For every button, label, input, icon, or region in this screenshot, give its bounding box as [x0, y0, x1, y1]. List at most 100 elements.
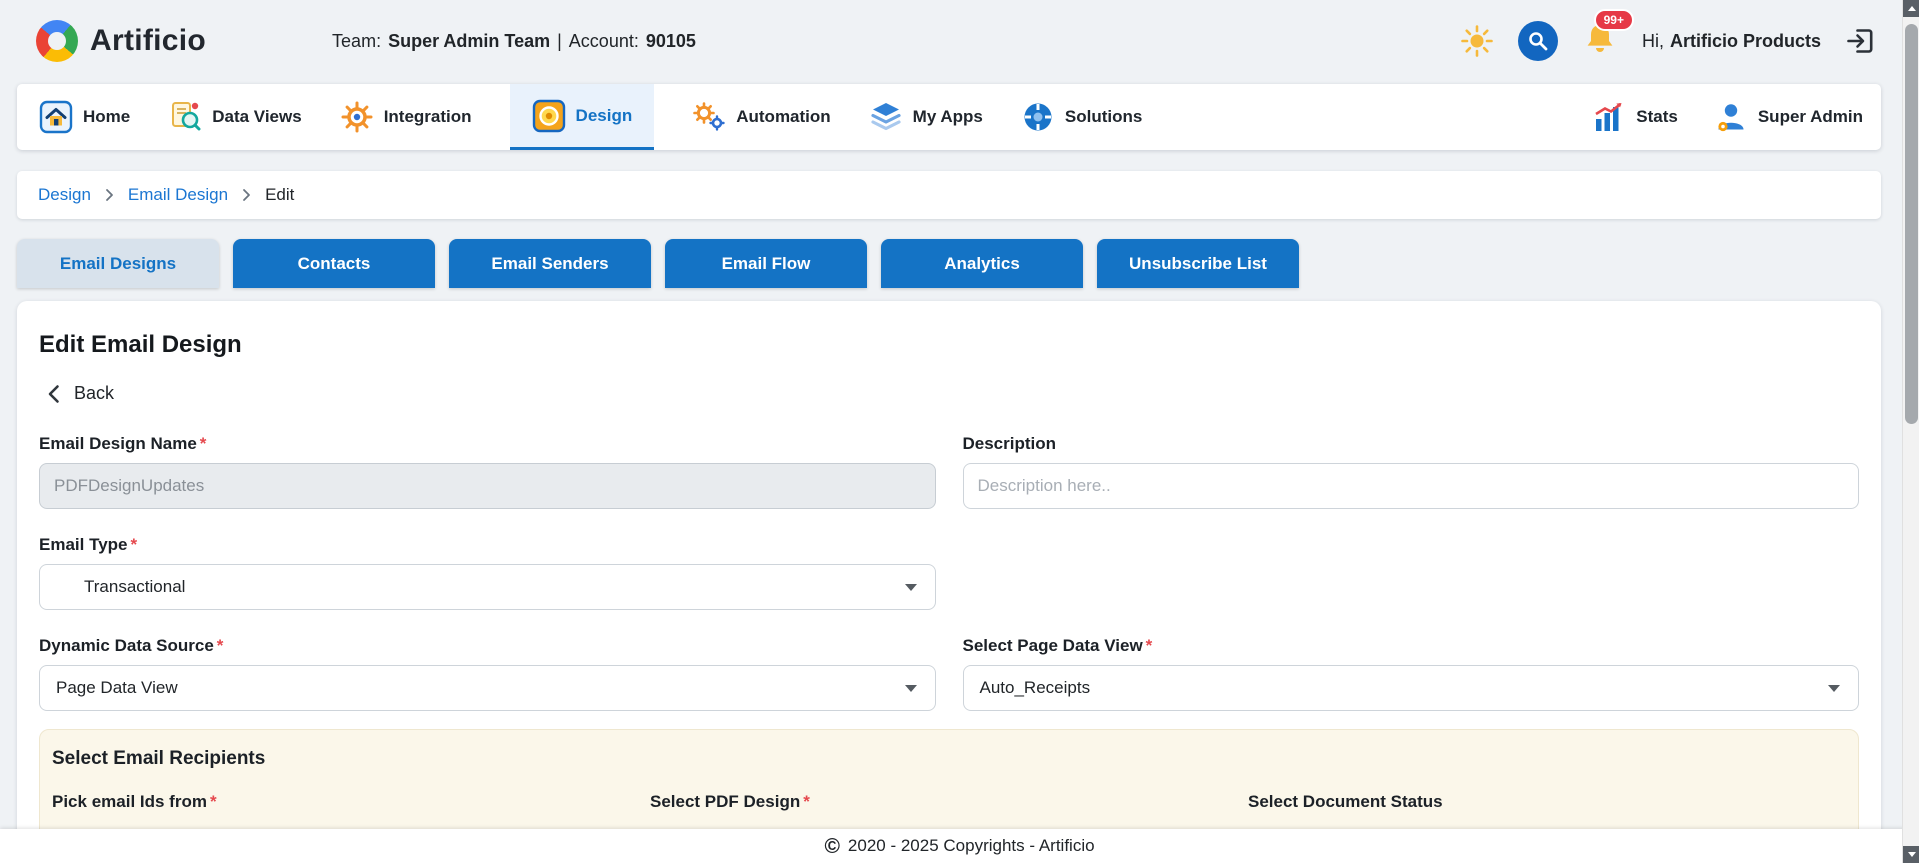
required-asterisk: *	[217, 636, 224, 655]
stats-icon	[1592, 100, 1626, 134]
scroll-down-arrow-icon	[1908, 852, 1916, 857]
integration-icon	[340, 100, 374, 134]
description-input[interactable]	[963, 463, 1860, 509]
description-field: Description	[963, 434, 1860, 509]
breadcrumb-email-design[interactable]: Email Design	[128, 185, 228, 205]
select-value: Transactional	[84, 577, 185, 597]
breadcrumb: Design Email Design Edit	[17, 171, 1881, 219]
nav-label: Integration	[384, 107, 472, 127]
label-text: Select Page Data View	[963, 636, 1143, 655]
back-button[interactable]: Back	[47, 383, 114, 404]
breadcrumb-edit: Edit	[265, 185, 294, 205]
search-button[interactable]	[1518, 21, 1558, 61]
account-label: Account:	[569, 31, 639, 52]
breadcrumb-design[interactable]: Design	[38, 185, 91, 205]
label-text: Email Type	[39, 535, 128, 554]
nav-right-group: Stats Super Admin	[1592, 84, 1863, 150]
dynamic-data-source-select[interactable]: Page Data View	[39, 665, 936, 711]
tab-unsubscribe-list[interactable]: Unsubscribe List	[1097, 239, 1299, 288]
recipients-section-title: Select Email Recipients	[52, 748, 1846, 770]
tab-email-designs[interactable]: Email Designs	[17, 239, 219, 288]
nav-label: My Apps	[913, 107, 983, 127]
label-text: Description	[963, 434, 1057, 453]
scrollbar-thumb[interactable]	[1905, 24, 1918, 424]
solutions-icon	[1021, 100, 1055, 134]
vertical-scrollbar[interactable]	[1902, 0, 1919, 863]
tab-contacts[interactable]: Contacts	[233, 239, 435, 288]
required-asterisk: *	[200, 434, 207, 453]
notifications-button[interactable]: 99+	[1582, 21, 1618, 62]
select-pdf-design-label: Select PDF Design*	[650, 792, 1248, 812]
copyright-text: 2020 - 2025 Copyrights - Artificio	[848, 836, 1095, 856]
nav-item-solutions[interactable]: Solutions	[1021, 84, 1142, 150]
nav-item-integration[interactable]: Integration	[340, 84, 472, 150]
copyright-icon: ©	[824, 836, 839, 857]
dropdown-arrow-icon	[1828, 685, 1840, 692]
main-nav: Home Data Views Integration	[17, 84, 1881, 150]
label-text: Pick email Ids from	[52, 792, 207, 811]
header-actions: 99+ Hi, Artificio Products	[1460, 21, 1875, 62]
divider: |	[557, 31, 562, 52]
nav-item-automation[interactable]: Automation	[692, 84, 830, 150]
tab-email-senders[interactable]: Email Senders	[449, 239, 651, 288]
nav-item-stats[interactable]: Stats	[1592, 84, 1678, 150]
select-page-data-view-field: Select Page Data View* Auto_Receipts	[963, 636, 1860, 711]
footer: © 2020 - 2025 Copyrights - Artificio	[0, 829, 1919, 863]
theme-sun-icon	[1460, 24, 1494, 58]
greeting-name: Artificio Products	[1670, 31, 1821, 52]
nav-label: Automation	[736, 107, 830, 127]
tab-email-flow[interactable]: Email Flow	[665, 239, 867, 288]
app-logo[interactable]: Artificio	[36, 20, 206, 62]
nav-label: Data Views	[212, 107, 301, 127]
email-design-name-field: Email Design Name*	[39, 434, 936, 509]
email-design-name-input	[39, 463, 936, 509]
label-text: Select PDF Design	[650, 792, 800, 811]
nav-item-super-admin[interactable]: Super Admin	[1714, 84, 1863, 150]
theme-toggle-button[interactable]	[1460, 24, 1494, 58]
description-label: Description	[963, 434, 1860, 454]
notification-count-badge: 99+	[1594, 9, 1634, 31]
recipients-label-row: Pick email Ids from* Select PDF Design* …	[52, 792, 1846, 812]
search-icon	[1527, 30, 1549, 52]
select-document-status-label: Select Document Status	[1248, 792, 1846, 812]
dynamic-data-source-label: Dynamic Data Source*	[39, 636, 936, 656]
back-chevron-icon	[47, 384, 60, 404]
dynamic-data-source-field: Dynamic Data Source* Page Data View	[39, 636, 936, 711]
nav-label: Stats	[1636, 107, 1678, 127]
nav-item-design[interactable]: Design	[510, 84, 655, 150]
nav-item-my-apps[interactable]: My Apps	[869, 84, 983, 150]
email-design-name-label: Email Design Name*	[39, 434, 936, 454]
nav-item-home[interactable]: Home	[39, 84, 130, 150]
required-asterisk: *	[803, 792, 810, 811]
app-header: Artificio Team: Super Admin Team | Accou…	[0, 0, 1919, 82]
dropdown-arrow-icon	[905, 685, 917, 692]
grid-spacer	[963, 535, 1860, 610]
user-greeting: Hi, Artificio Products	[1642, 31, 1821, 52]
scroll-up-button[interactable]	[1903, 0, 1919, 17]
select-value: Page Data View	[56, 678, 178, 698]
automation-icon	[692, 100, 726, 134]
data-views-icon	[168, 100, 202, 134]
team-name: Super Admin Team	[388, 31, 550, 52]
tab-analytics[interactable]: Analytics	[881, 239, 1083, 288]
section-tabs: Email Designs Contacts Email Senders Ema…	[17, 239, 1881, 288]
nav-label: Super Admin	[1758, 107, 1863, 127]
label-text: Select Document Status	[1248, 792, 1443, 811]
label-text: Email Design Name	[39, 434, 197, 453]
nav-label: Solutions	[1065, 107, 1142, 127]
team-label: Team:	[332, 31, 381, 52]
select-page-data-view-select[interactable]: Auto_Receipts	[963, 665, 1860, 711]
email-type-select[interactable]: Transactional	[39, 564, 936, 610]
nav-item-data-views[interactable]: Data Views	[168, 84, 301, 150]
team-account-info: Team: Super Admin Team | Account: 90105	[332, 31, 696, 52]
chevron-right-icon	[242, 188, 251, 202]
back-label: Back	[74, 383, 114, 404]
logo-text: Artificio	[90, 24, 206, 58]
edit-email-form: Email Design Name* Description Email Typ…	[39, 434, 1859, 711]
logout-icon	[1845, 26, 1875, 56]
label-text: Dynamic Data Source	[39, 636, 214, 655]
scroll-down-button[interactable]	[1903, 846, 1919, 863]
nav-label: Design	[576, 106, 633, 126]
logout-button[interactable]	[1845, 26, 1875, 56]
greeting-prefix: Hi,	[1642, 31, 1664, 52]
